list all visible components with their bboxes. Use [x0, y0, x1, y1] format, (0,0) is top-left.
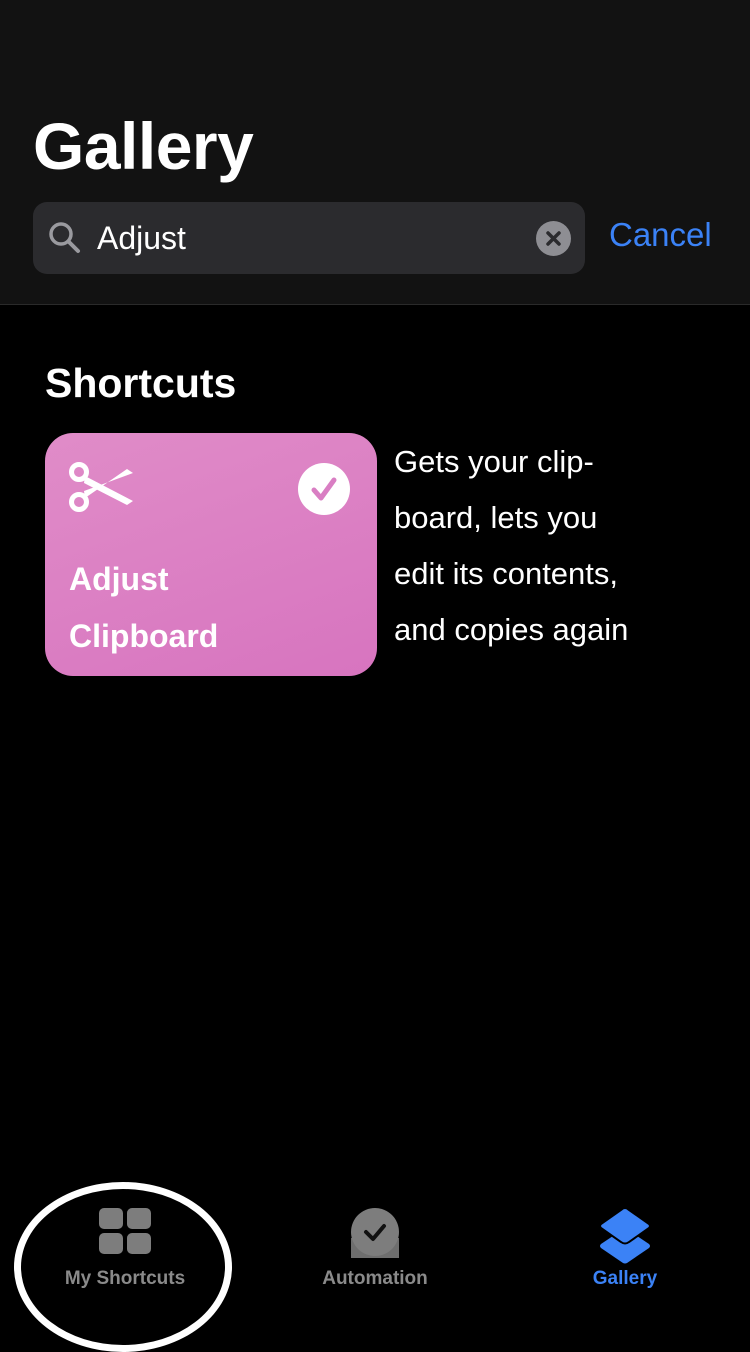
- section-title: Shortcuts: [45, 360, 237, 406]
- description-line: and copies again: [394, 612, 629, 647]
- search-icon: [49, 222, 80, 253]
- description-line: board, lets you: [394, 500, 598, 535]
- tab-automation[interactable]: Automation: [250, 1190, 500, 1295]
- page-title: Gallery: [33, 109, 254, 183]
- tab-gallery[interactable]: Gallery: [500, 1190, 750, 1295]
- shortcut-title: Adjust Clipboard: [69, 551, 359, 665]
- highlight-circle-annotation: [14, 1182, 232, 1352]
- search-field[interactable]: Adjust: [33, 202, 585, 274]
- search-input[interactable]: Adjust: [97, 220, 186, 257]
- clear-search-button[interactable]: [536, 221, 571, 256]
- cancel-button[interactable]: Cancel: [609, 216, 712, 254]
- tab-label: Automation: [322, 1268, 428, 1289]
- clear-icon: [546, 231, 561, 246]
- shortcut-description: Gets your clip- board, lets you edit its…: [394, 434, 694, 658]
- layers-icon: [599, 1208, 651, 1264]
- added-check-icon[interactable]: [298, 463, 350, 515]
- clock-check-icon: [351, 1208, 399, 1258]
- description-line: Gets your clip-: [394, 444, 594, 479]
- tab-label: Gallery: [592, 1268, 658, 1289]
- header: Gallery Adjust Cancel: [0, 0, 750, 305]
- description-line: edit its contents,: [394, 556, 619, 591]
- scissors-icon: [69, 462, 133, 512]
- shortcut-title-line: Clipboard: [69, 618, 219, 654]
- shortcut-card[interactable]: Adjust Clipboard: [45, 433, 377, 676]
- shortcut-title-line: Adjust: [69, 561, 169, 597]
